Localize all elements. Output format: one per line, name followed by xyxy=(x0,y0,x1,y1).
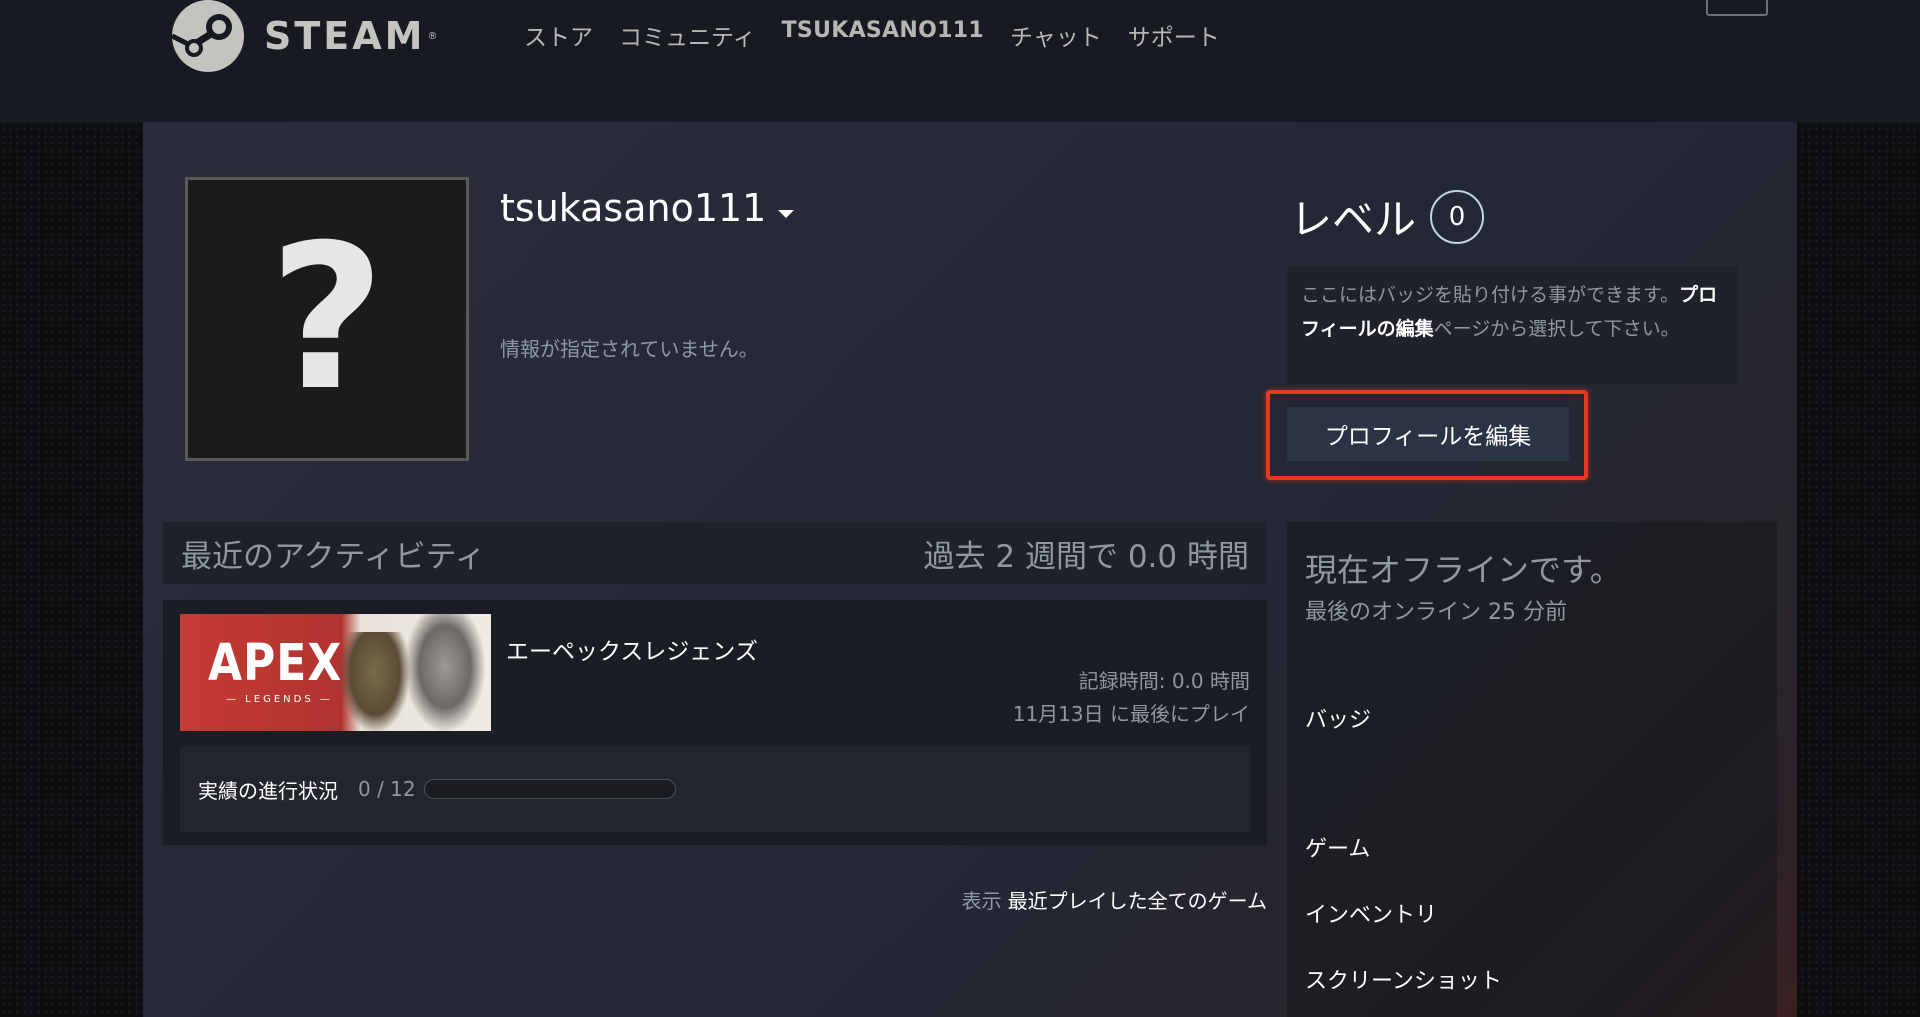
online-status: 現在オフラインです。 xyxy=(1305,551,1622,589)
level-badge: 0 xyxy=(1430,189,1485,244)
game-hours-on-record: 記録時間: 0.0 時間 xyxy=(1078,669,1250,693)
badge-note-text-post: ページから選択して下さい。 xyxy=(1433,318,1680,340)
last-online: 最後のオンライン 25 分前 xyxy=(1305,600,1567,625)
badge-note-text-pre: ここにはバッジを貼り付ける事ができます。 xyxy=(1301,284,1680,306)
badge-note: ここにはバッジを貼り付ける事ができます。プロフィールの編集ページから選択して下さ… xyxy=(1287,266,1738,384)
achievement-label: 実績の進行状況 xyxy=(198,778,338,803)
achievement-progress-bar xyxy=(423,779,676,799)
persona-name[interactable]: tsukasano111 xyxy=(500,186,795,230)
main-nav: ストア コミュニティ TSUKASANO111 チャット サポート xyxy=(524,18,1246,52)
steam-logo[interactable]: STEAM ® xyxy=(172,0,437,72)
achievement-progress[interactable]: 実績の進行状況 0 / 12 xyxy=(180,746,1250,832)
nav-community[interactable]: コミュニティ xyxy=(619,18,756,52)
highlight-annotation xyxy=(1266,390,1588,480)
profile-summary: 情報が指定されていません。 xyxy=(500,337,759,361)
nav-username[interactable]: TSUKASANO111 xyxy=(782,18,984,52)
game-last-played: 11月13日 に最後にプレイ xyxy=(1012,702,1250,726)
recent-activity-header: 最近のアクティビティ 過去 2 週間で 0.0 時間 xyxy=(163,522,1267,584)
recent-activity-title: 最近のアクティビティ xyxy=(181,538,486,575)
sidebar-link-inventory[interactable]: インベントリ xyxy=(1305,897,1437,929)
recent-activity-hours: 過去 2 週間で 0.0 時間 xyxy=(923,538,1249,575)
show-label: 表示 xyxy=(961,889,1002,913)
capsule-subtitle: — LEGENDS — xyxy=(226,694,333,705)
global-header: STEAM ® ストア コミュニティ TSUKASANO111 チャット サポー… xyxy=(0,0,1920,122)
capsule-title: APEX xyxy=(208,634,343,693)
capsule-character-right xyxy=(405,614,485,731)
avatar: ? xyxy=(185,177,469,461)
steam-logo-text: STEAM xyxy=(264,14,426,58)
nav-store[interactable]: ストア xyxy=(524,18,593,52)
achievement-count: 0 / 12 xyxy=(358,777,416,801)
avatar-placeholder-icon: ? xyxy=(268,202,385,435)
profile-level: レベル 0 xyxy=(1290,186,1485,247)
capsule-character-left xyxy=(340,632,410,731)
sidebar-link-games[interactable]: ゲーム xyxy=(1305,831,1370,863)
nav-chat[interactable]: チャット xyxy=(1010,18,1102,52)
steam-logo-icon xyxy=(172,0,244,72)
sidebar-link-badges[interactable]: バッジ xyxy=(1305,702,1371,734)
level-label: レベル xyxy=(1290,195,1417,244)
registered-mark: ® xyxy=(427,30,438,42)
all-recent-games-link[interactable]: 最近プレイした全てのゲーム xyxy=(1008,889,1267,913)
game-name-link[interactable]: エーペックスレジェンズ xyxy=(506,632,758,666)
show-all-games: 表示 最近プレイした全てのゲーム xyxy=(962,885,1267,914)
game-capsule-image[interactable]: APEX — LEGENDS — xyxy=(180,614,491,731)
nav-support[interactable]: サポート xyxy=(1128,18,1220,52)
header-button[interactable] xyxy=(1706,0,1768,16)
chevron-down-icon[interactable] xyxy=(778,210,795,218)
persona-name-text: tsukasano111 xyxy=(500,186,767,230)
sidebar-link-screenshots[interactable]: スクリーンショット xyxy=(1305,963,1502,995)
